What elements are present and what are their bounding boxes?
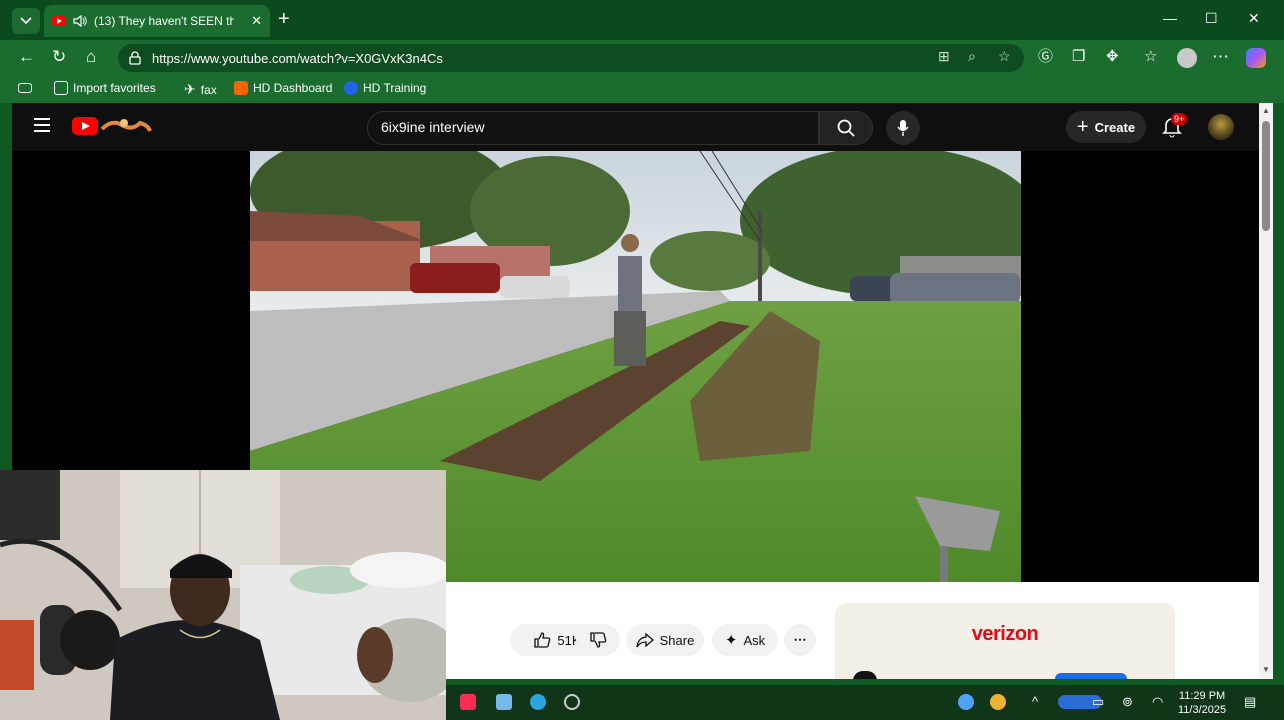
bookmark-hd-training[interactable]: HD Training	[344, 81, 426, 95]
active-tab[interactable]: (13) They haven't SEEN this S ✕	[44, 5, 270, 37]
ad-cta-button[interactable]	[1055, 673, 1127, 679]
bookmark-fax[interactable]: ✈ fax	[184, 81, 217, 98]
youtube-header: 6ix9ine interview + Create 9+	[12, 103, 1259, 151]
share-label: Share	[659, 632, 695, 648]
speaker-icon[interactable]	[72, 14, 88, 28]
telegram-app-icon[interactable]	[530, 694, 546, 710]
scrollbar-thumb[interactable]	[1262, 121, 1270, 231]
home-icon[interactable]: ⌂	[86, 47, 96, 67]
bookmarks-bar: Import favorites ✈ fax HD Dashboard HD T…	[0, 76, 1284, 103]
thumbs-up-icon	[534, 632, 551, 648]
windows-taskbar: ^ ▭ ⊚ ◠ 11:29 PM 11/3/2025 ▤	[446, 685, 1284, 720]
plus-icon: +	[1076, 115, 1089, 138]
url-text: https://www.youtube.com/watch?v=X0GVxK3n…	[152, 50, 443, 66]
search-icon	[837, 119, 855, 137]
settings-more-icon[interactable]: ⋯	[1212, 47, 1229, 67]
more-actions-button[interactable]: ⋯	[784, 624, 816, 656]
close-window-button[interactable]: ✕	[1248, 10, 1260, 27]
close-tab-icon[interactable]: ✕	[251, 13, 262, 29]
youtube-doodle-icon	[100, 119, 152, 132]
search-input[interactable]: 6ix9ine interview	[367, 111, 819, 145]
obs-app-icon[interactable]	[564, 694, 580, 710]
address-bar[interactable]: https://www.youtube.com/watch?v=X0GVxK3n…	[118, 44, 1024, 72]
bookmark-label: fax	[200, 82, 217, 97]
thumbs-down-icon	[590, 632, 607, 648]
ask-label: Ask	[743, 632, 766, 648]
taskbar-clock[interactable]: 11:29 PM 11/3/2025	[1178, 689, 1226, 717]
bookmark-label: Import favorites	[73, 81, 156, 95]
collections-icon[interactable]: ❐	[1072, 47, 1085, 67]
notification-center-icon[interactable]: ▤	[1244, 694, 1256, 710]
profile-avatar[interactable]	[1177, 48, 1197, 68]
webcam-frame	[0, 470, 446, 720]
plane-icon: ✈	[184, 81, 196, 97]
globe-icon	[344, 81, 358, 95]
chevron-down-icon	[20, 17, 32, 25]
bookmark-label: HD Training	[363, 81, 427, 95]
weather-icon[interactable]	[990, 694, 1006, 710]
share-icon	[635, 632, 654, 648]
wifi-icon[interactable]: ◠	[1152, 694, 1163, 710]
notepad-app-icon[interactable]	[496, 694, 512, 710]
youtube-favicon-icon	[52, 16, 66, 26]
notification-count-badge: 9+	[1171, 113, 1188, 125]
new-tab-button[interactable]: +	[278, 9, 290, 29]
sparkle-icon: ✦	[724, 632, 738, 649]
menu-icon[interactable]	[34, 118, 50, 136]
browser-nav-bar: ← ↻ ⌂ https://www.youtube.com/watch?v=X0…	[0, 40, 1284, 76]
extensions-icon[interactable]: ✥	[1106, 47, 1119, 67]
streamer-webcam-overlay	[0, 470, 446, 720]
favorites-icon[interactable]: ☆	[1144, 47, 1157, 67]
create-label: Create	[1094, 119, 1136, 135]
minimize-button[interactable]: —	[1163, 10, 1177, 26]
youtube-logo[interactable]	[72, 117, 98, 135]
create-button[interactable]: + Create	[1066, 111, 1146, 143]
clock-date: 11/3/2025	[1178, 704, 1227, 716]
copilot-icon[interactable]	[1246, 48, 1266, 68]
battery-icon[interactable]: ▭	[1092, 694, 1104, 710]
ad-avatar	[853, 671, 877, 679]
site-info-icon[interactable]	[128, 51, 142, 65]
tab-list-button[interactable]	[12, 8, 40, 34]
share-button[interactable]: Share	[626, 624, 704, 656]
dislike-button[interactable]	[576, 624, 620, 656]
scroll-up-arrow-icon[interactable]: ▲	[1262, 106, 1270, 115]
ad-brand-logo: verizon	[971, 623, 1039, 645]
tab-actions-icon[interactable]	[18, 83, 32, 93]
bookmark-import-favorites[interactable]: Import favorites	[54, 81, 156, 95]
zoom-icon[interactable]: ⌕	[968, 48, 976, 65]
bookmark-hd-dashboard[interactable]: HD Dashboard	[234, 81, 332, 95]
voice-search-button[interactable]	[886, 111, 920, 145]
scroll-down-arrow-icon[interactable]: ▼	[1262, 665, 1270, 674]
account-avatar[interactable]	[1208, 114, 1234, 140]
maximize-button[interactable]: ☐	[1205, 10, 1218, 27]
browser-tab-bar: (13) They haven't SEEN this S ✕ + — ☐ ✕	[0, 0, 1284, 40]
hd-icon	[234, 81, 248, 95]
app-available-icon[interactable]: ⊞	[938, 48, 950, 65]
microphone-icon	[897, 120, 909, 136]
tab-title: (13) They haven't SEEN this S	[94, 14, 234, 28]
search-button[interactable]	[819, 111, 873, 145]
network-icon[interactable]: ⊚	[1122, 694, 1133, 710]
help-icon[interactable]	[958, 694, 974, 710]
back-icon[interactable]: ←	[18, 47, 35, 67]
ad-card[interactable]: verizon	[835, 603, 1175, 679]
refresh-icon[interactable]: ↻	[52, 47, 66, 67]
ask-button[interactable]: ✦ Ask	[712, 624, 778, 656]
clock-time: 11:29 PM	[1178, 690, 1226, 702]
page-scrollbar[interactable]: ▲ ▼	[1259, 103, 1273, 679]
show-hidden-icons-icon[interactable]: ^	[1032, 694, 1038, 709]
favorite-star-icon[interactable]: ☆	[998, 48, 1011, 65]
folder-icon	[54, 81, 68, 95]
grammarly-icon[interactable]: Ⓖ	[1038, 47, 1053, 67]
bookmark-label: HD Dashboard	[253, 81, 333, 95]
tiktok-app-icon[interactable]	[460, 694, 476, 710]
